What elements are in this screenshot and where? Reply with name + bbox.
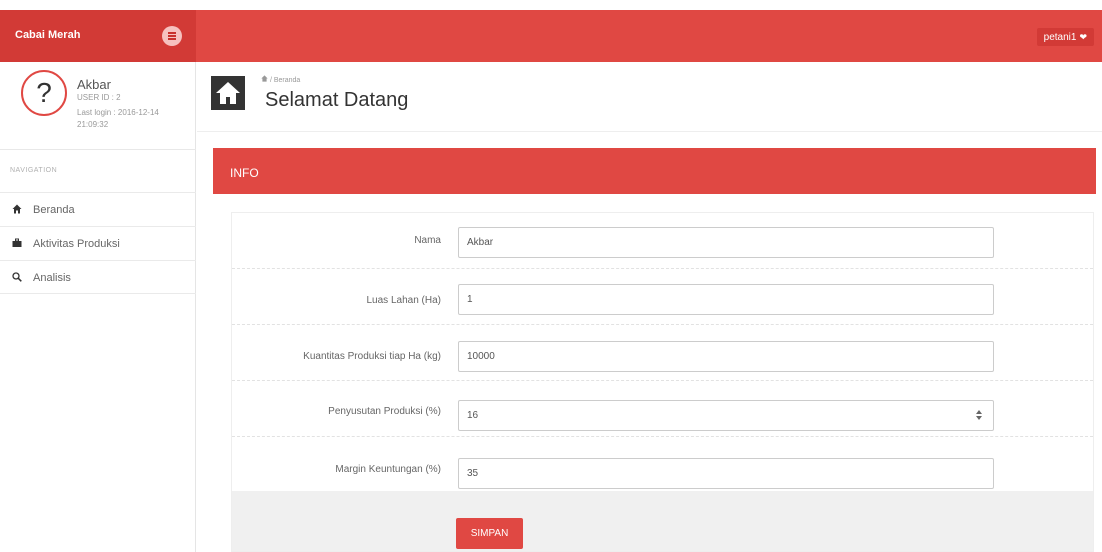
form-row-penyusutan-produksi: Penyusutan Produksi (%)	[232, 381, 1093, 437]
user-menu-label: petani1	[1043, 32, 1077, 43]
sidebar-item-aktivitas-produksi[interactable]: Aktivitas Produksi	[0, 226, 196, 260]
chevron-down-icon: ❤	[1079, 32, 1087, 42]
sidebar-item-label: Beranda	[33, 204, 75, 216]
search-icon	[12, 272, 22, 282]
breadcrumb-current: Beranda	[273, 77, 301, 84]
sidebar: ? Akbar USER ID : 2 Last login : 2016-12…	[0, 62, 196, 552]
field-label: Penyusutan Produksi (%)	[328, 406, 441, 417]
penyusutan-produksi-stepper	[458, 400, 994, 431]
user-menu-dropdown[interactable]: petani1 ❤	[1036, 28, 1094, 46]
profile-last-login: Last login : 2016-12-14 21:09:32	[77, 108, 159, 129]
profile-name: Akbar	[77, 77, 111, 92]
form-row-nama: Nama	[232, 213, 1093, 269]
question-mark-icon: ?	[36, 77, 52, 108]
brand-area: Cabai Merah	[0, 10, 196, 62]
nav-header: NAVIGATION	[10, 167, 58, 174]
briefcase-icon	[12, 238, 22, 247]
panel-heading: INFO	[213, 148, 1096, 194]
luas-lahan-input[interactable]	[458, 284, 994, 315]
form-footer: SIMPAN	[232, 491, 1093, 551]
breadcrumb-separator: /	[269, 77, 272, 84]
page-title: Selamat Datang	[265, 89, 409, 111]
avatar: ?	[21, 70, 67, 116]
panel-title: INFO	[230, 166, 259, 180]
kuantitas-produksi-input[interactable]	[458, 341, 994, 372]
number-spinner-icon[interactable]	[976, 410, 984, 421]
form-row-margin-keuntungan: Margin Keuntungan (%)	[232, 437, 1093, 493]
sidebar-item-label: Analisis	[33, 272, 71, 284]
top-navbar: Cabai Merah petani1 ❤	[0, 10, 1102, 62]
profile-form: Nama Luas Lahan (Ha) Kuantitas Produksi …	[231, 212, 1094, 552]
form-row-luas-lahan: Luas Lahan (Ha)	[232, 269, 1093, 325]
save-button[interactable]: SIMPAN	[456, 518, 523, 549]
sidebar-item-beranda[interactable]: Beranda	[0, 192, 196, 226]
nama-input[interactable]	[458, 227, 994, 258]
home-icon	[211, 76, 245, 110]
sidebar-item-label: Aktivitas Produksi	[33, 238, 120, 250]
page-header: / Beranda Selamat Datang	[197, 62, 1102, 132]
margin-keuntungan-input[interactable]	[458, 458, 994, 489]
field-label: Kuantitas Produksi tiap Ha (kg)	[303, 351, 441, 362]
home-icon	[12, 204, 22, 214]
breadcrumb: / Beranda	[261, 75, 300, 84]
menu-toggle-button[interactable]	[162, 26, 182, 46]
profile-user-id: USER ID : 2	[77, 93, 121, 102]
brand-title[interactable]: Cabai Merah	[15, 29, 80, 41]
sidebar-item-analisis[interactable]: Analisis	[0, 260, 196, 294]
field-label: Margin Keuntungan (%)	[335, 464, 441, 475]
form-row-kuantitas-produksi: Kuantitas Produksi tiap Ha (kg)	[232, 325, 1093, 381]
penyusutan-produksi-input[interactable]	[458, 400, 994, 431]
field-label: Nama	[414, 235, 441, 246]
user-profile: ? Akbar USER ID : 2 Last login : 2016-12…	[0, 62, 196, 150]
home-icon[interactable]	[261, 75, 268, 82]
field-label: Luas Lahan (Ha)	[366, 295, 442, 306]
